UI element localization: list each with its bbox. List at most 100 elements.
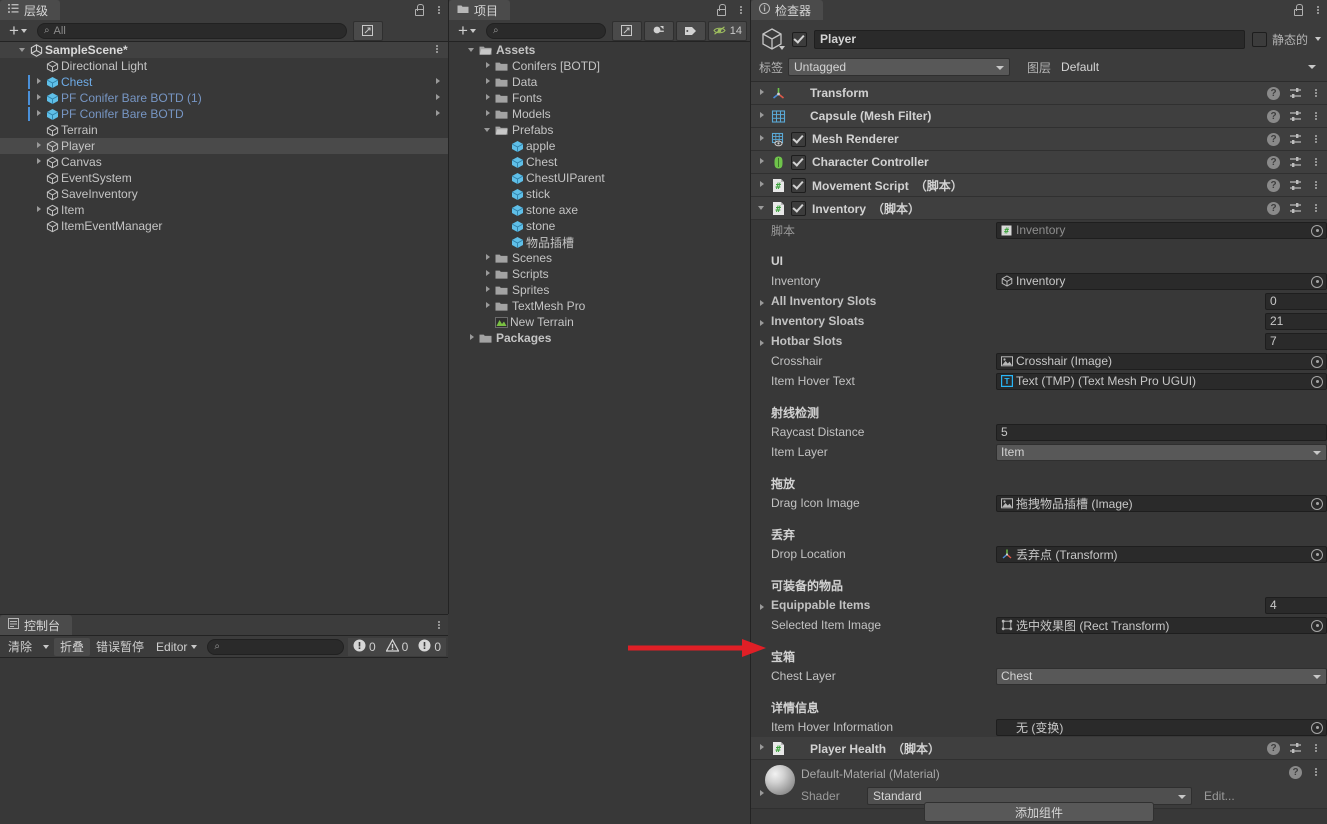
hierarchy-expand-button[interactable] [352,20,383,41]
component-menu-icon[interactable] [1311,111,1321,121]
component-enabled-checkbox[interactable] [791,177,806,193]
prefab-open-arrow-icon[interactable] [436,78,440,84]
hierarchy-item[interactable]: ItemEventManager [0,218,448,234]
object-picker-icon[interactable] [1311,275,1323,288]
number-input[interactable]: 5 [996,423,1327,441]
foldout-toggle[interactable] [757,296,769,312]
foldout-toggle[interactable] [483,106,495,122]
foldout-toggle[interactable] [757,316,769,332]
foldout-toggle[interactable] [757,786,769,802]
scene-row[interactable]: SampleScene* [0,42,448,58]
layer-mask-dropdown[interactable]: Chest [996,667,1327,685]
console-collapse-button[interactable]: 折叠 [54,637,91,656]
component-enabled-checkbox[interactable] [791,154,806,170]
hierarchy-item[interactable]: Chest [0,74,448,90]
project-item[interactable]: TextMesh Pro [449,298,750,314]
foldout-toggle[interactable] [34,74,46,90]
foldout-toggle[interactable] [757,85,769,101]
foldout-toggle[interactable] [34,202,46,218]
object-picker-icon[interactable] [1311,497,1323,510]
component-header-capsule-mesh-filter-[interactable]: Capsule (Mesh Filter)? [751,105,1327,128]
layer-mask-dropdown[interactable]: Item [996,443,1327,461]
foldout-toggle[interactable] [483,282,495,298]
component-enabled-checkbox[interactable] [791,131,806,147]
array-size-input[interactable]: 4 [1265,596,1327,614]
object-field[interactable]: 无 (变换) [996,718,1327,736]
preset-icon[interactable] [1289,742,1302,754]
tab-inspector[interactable]: 检查器 [751,0,824,20]
layer-dropdown[interactable]: Default [1056,58,1321,76]
hierarchy-item[interactable]: Item [0,202,448,218]
preset-icon[interactable] [1289,110,1302,122]
project-item[interactable]: Models [449,106,750,122]
component-menu-icon[interactable] [1311,743,1321,753]
foldout-toggle[interactable] [34,138,46,154]
lock-icon[interactable] [414,4,425,16]
object-picker-icon[interactable] [1311,375,1323,388]
component-header-character-controller[interactable]: Character Controller? [751,151,1327,174]
help-icon[interactable]: ? [1267,132,1280,146]
foldout-toggle[interactable] [34,90,46,106]
preset-icon[interactable] [1289,156,1302,168]
lock-icon[interactable] [716,4,727,16]
project-item[interactable]: ChestUIParent [449,170,750,186]
project-item[interactable]: Sprites [449,282,750,298]
foldout-toggle[interactable] [483,250,495,266]
object-picker-icon[interactable] [1311,721,1323,734]
help-icon[interactable]: ? [1267,86,1280,100]
console-search-input[interactable]: ⌕ [207,638,344,655]
add-component-button[interactable]: 添加组件 [924,802,1154,822]
project-menu-icon[interactable] [736,5,746,15]
gameobject-enabled-checkbox[interactable] [792,31,807,47]
help-icon[interactable]: ? [1267,201,1280,215]
static-checkbox[interactable] [1251,31,1267,47]
preset-icon[interactable] [1289,202,1302,214]
hierarchy-search-input[interactable]: ⌕ All [36,22,347,39]
tag-dropdown[interactable]: Untagged [788,58,1011,76]
shader-edit-button[interactable]: Edit... [1204,789,1235,803]
component-menu-icon[interactable] [1311,203,1321,213]
foldout-toggle[interactable] [757,740,769,756]
hierarchy-item[interactable]: Player [0,138,448,154]
preset-icon[interactable] [1289,179,1302,191]
console-clear-button[interactable]: 清除 [2,638,38,656]
array-size-input[interactable]: 21 [1265,312,1327,330]
foldout-toggle[interactable] [34,154,46,170]
hierarchy-item[interactable]: PF Conifer Bare BOTD [0,106,448,122]
static-dropdown-icon[interactable] [1315,37,1321,41]
project-item[interactable]: stone axe [449,202,750,218]
console-clear-dropdown[interactable] [38,638,54,656]
foldout-toggle[interactable] [34,106,46,122]
hierarchy-menu-icon[interactable] [434,5,444,15]
object-picker-icon[interactable] [1311,548,1323,561]
component-menu-icon[interactable] [1311,88,1321,98]
object-field[interactable]: 丢弃点 (Transform) [996,545,1327,563]
scene-menu-icon[interactable] [432,44,442,54]
hierarchy-tree[interactable]: SampleScene* Directional Light Chest PF Con… [0,42,448,614]
foldout-toggle[interactable] [757,177,769,193]
console-editor-dropdown[interactable]: Editor [150,638,203,656]
help-icon[interactable]: ? [1289,765,1302,779]
foldout-toggle[interactable] [483,122,495,138]
project-item[interactable]: Assets [449,42,750,58]
object-field[interactable]: 选中效果图 (Rect Transform) [996,616,1327,634]
foldout-toggle[interactable] [757,600,769,616]
component-menu-icon[interactable] [1311,134,1321,144]
inspector-menu-icon[interactable] [1313,5,1323,15]
help-icon[interactable]: ? [1267,109,1280,123]
project-item[interactable]: apple [449,138,750,154]
foldout-toggle[interactable] [483,266,495,282]
gameobject-icon[interactable] [759,26,785,52]
foldout-toggle[interactable] [483,58,495,74]
component-header-transform[interactable]: Transform? [751,82,1327,105]
component-enabled-checkbox[interactable] [791,200,806,216]
project-expand-button[interactable] [611,20,642,41]
object-picker-icon[interactable] [1311,619,1323,632]
foldout-toggle[interactable] [467,330,479,346]
lock-icon[interactable] [1293,4,1304,16]
project-item[interactable]: Packages [449,330,750,346]
tab-console[interactable]: 控制台 [0,615,73,635]
gameobject-name-input[interactable]: Player [814,29,1245,49]
foldout-toggle[interactable] [757,336,769,352]
hierarchy-item[interactable]: Directional Light [0,58,448,74]
